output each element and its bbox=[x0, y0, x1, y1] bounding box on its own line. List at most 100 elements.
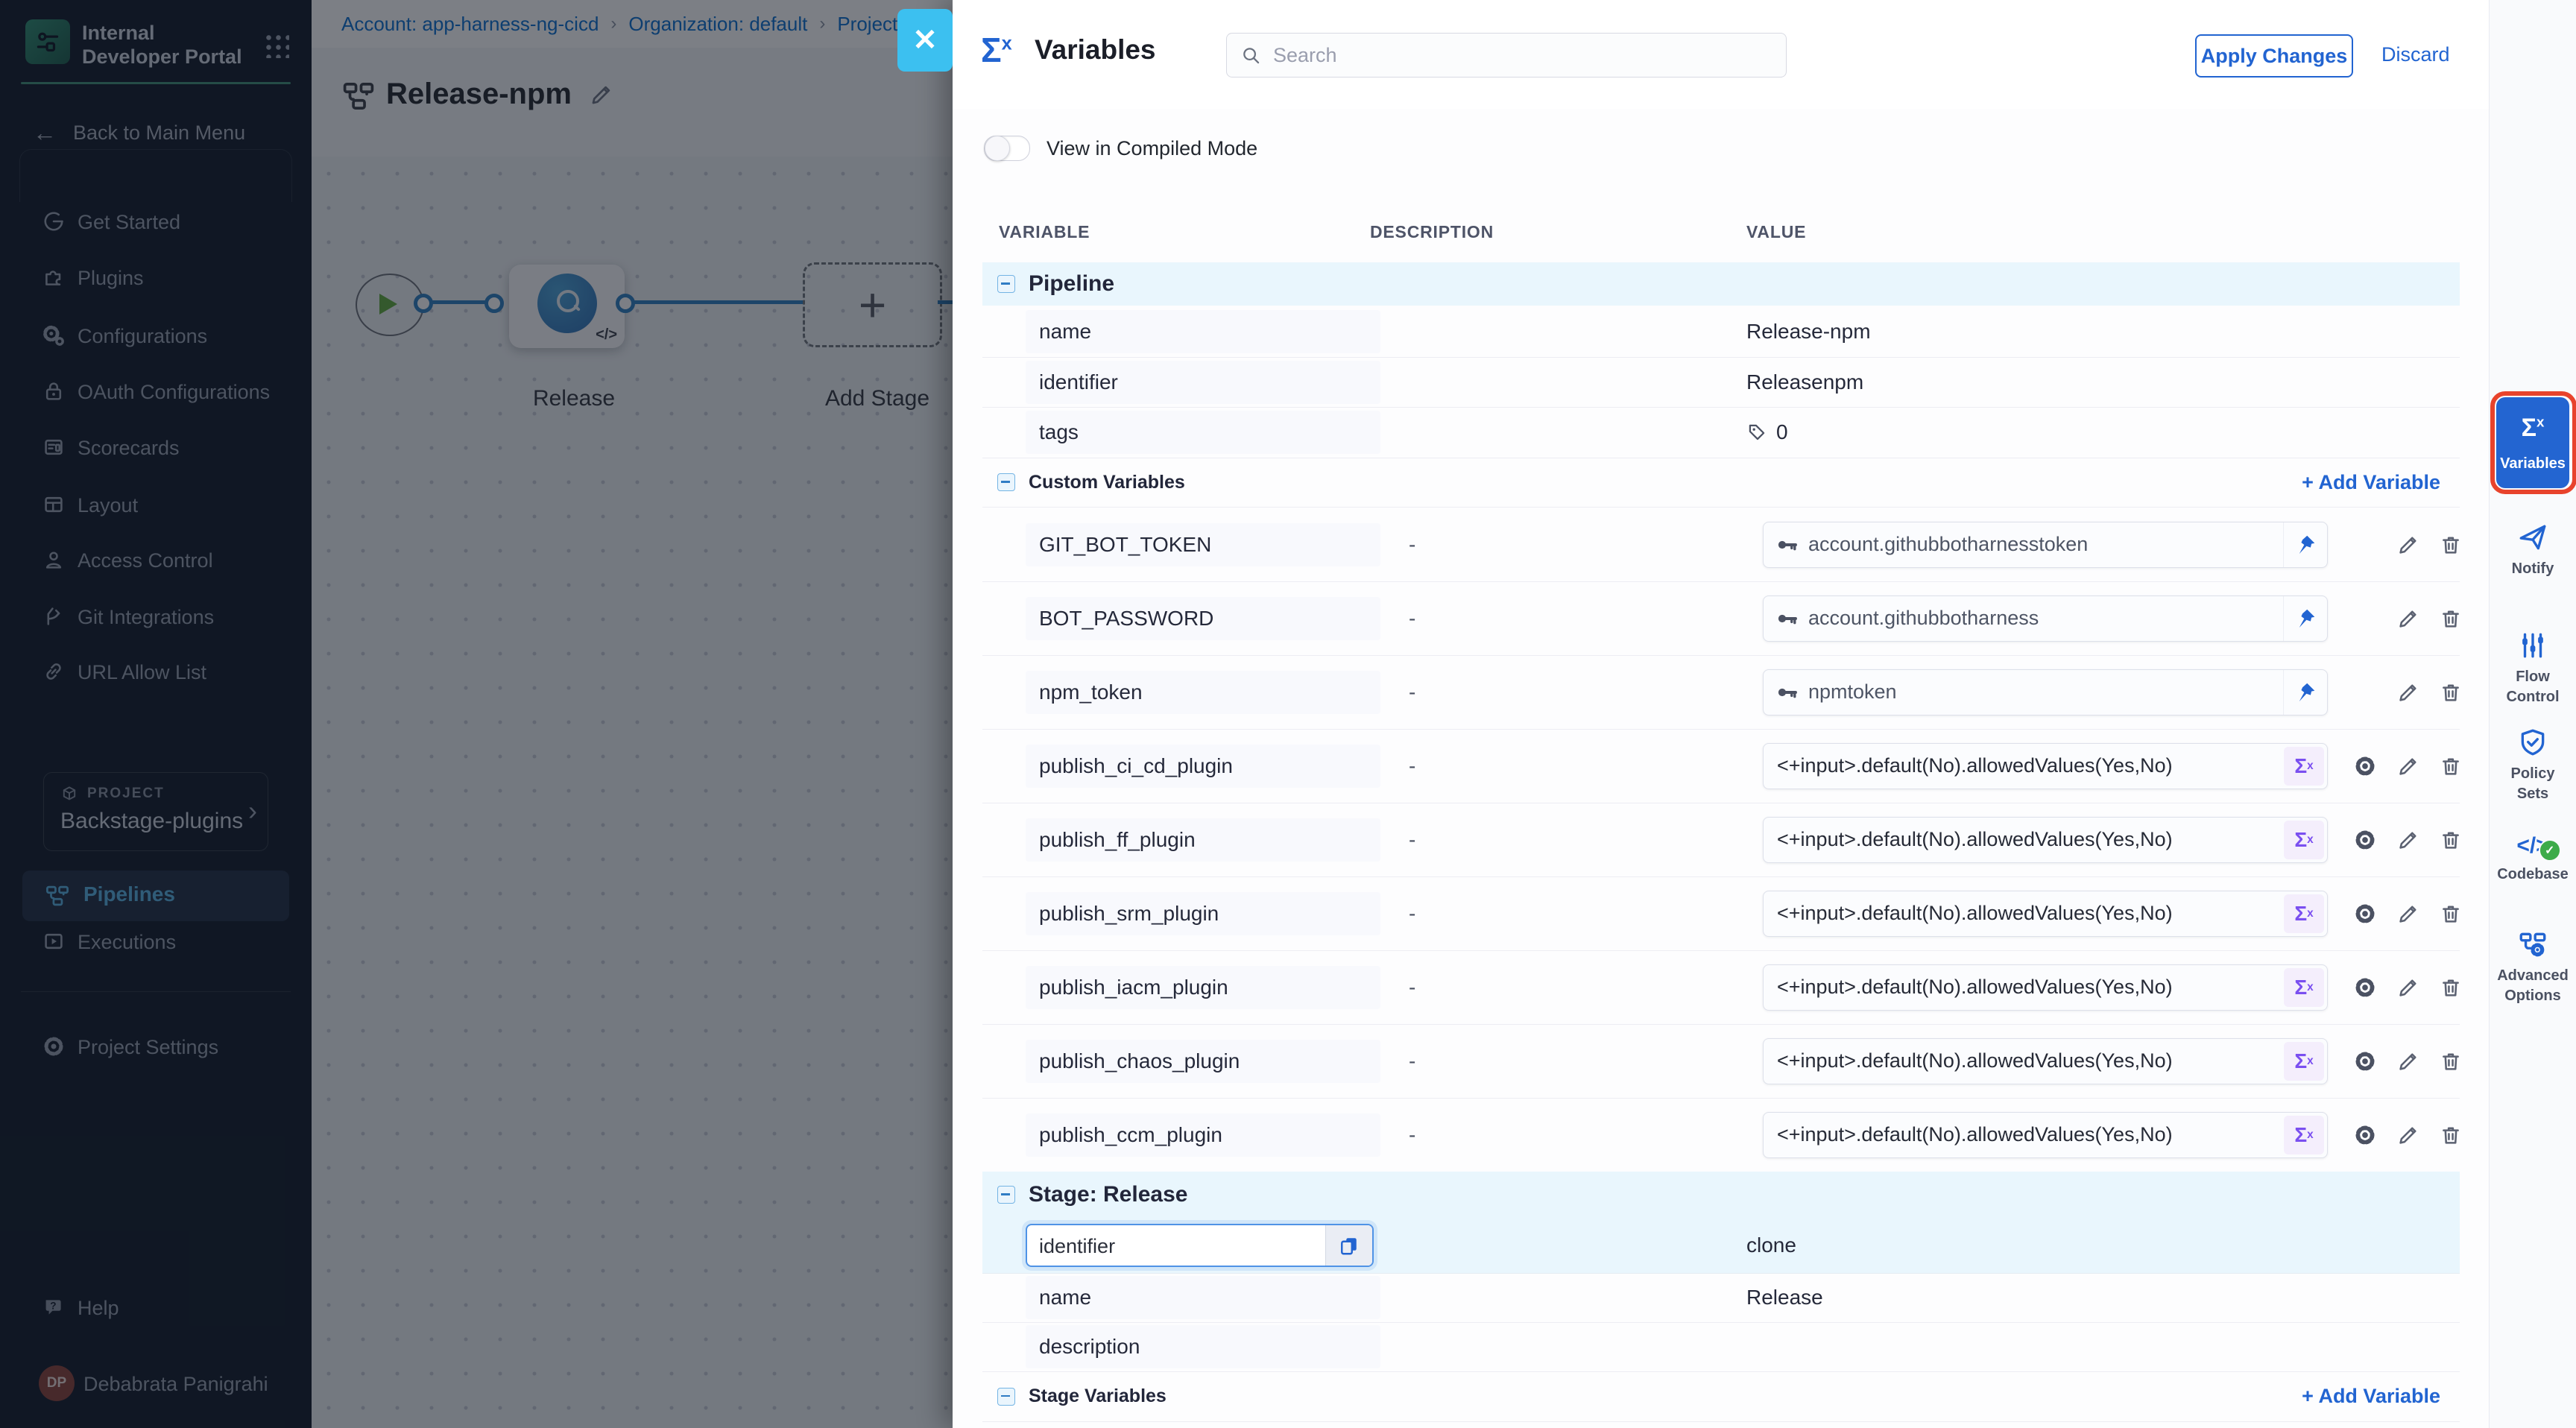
settings-icon[interactable] bbox=[2353, 902, 2377, 926]
settings-icon[interactable] bbox=[2353, 1123, 2377, 1147]
secret-value: account.githubbotharnesstoken bbox=[1798, 533, 2283, 556]
input-type-icon[interactable]: Σx bbox=[2284, 821, 2324, 859]
input-type-icon[interactable]: Σx bbox=[2284, 968, 2324, 1007]
secret-value-field[interactable]: account.githubbotharnesstoken bbox=[1763, 522, 2328, 568]
delete-icon[interactable] bbox=[2439, 828, 2463, 852]
delete-icon[interactable] bbox=[2439, 607, 2463, 631]
column-header-variable: VARIABLE bbox=[999, 222, 1090, 242]
edit-icon[interactable] bbox=[2396, 902, 2420, 926]
edit-icon[interactable] bbox=[2396, 828, 2420, 852]
tab-variables[interactable]: Σx Variables bbox=[2496, 397, 2569, 488]
secret-value: account.githubbotharness bbox=[1798, 607, 2283, 630]
tab-notify[interactable]: Notify bbox=[2490, 522, 2576, 579]
runtime-input-field[interactable]: <+input>.default(No).allowedValues(Yes,N… bbox=[1763, 891, 2328, 937]
sliders-icon bbox=[2517, 630, 2548, 661]
pin-icon[interactable] bbox=[2283, 596, 2327, 641]
identifier-input[interactable] bbox=[1027, 1225, 1324, 1267]
compiled-mode-toggle[interactable] bbox=[984, 136, 1030, 161]
variable-name: description bbox=[1039, 1335, 1140, 1359]
settings-icon[interactable] bbox=[2353, 754, 2377, 778]
edit-icon[interactable] bbox=[2396, 1123, 2420, 1147]
tag-icon bbox=[1746, 422, 1767, 443]
variable-description: - bbox=[1409, 828, 1415, 852]
input-type-icon[interactable]: Σx bbox=[2284, 1042, 2324, 1081]
discard-button[interactable]: Discard bbox=[2381, 43, 2450, 66]
modal-dim-overlay[interactable] bbox=[0, 0, 953, 1428]
edit-icon[interactable] bbox=[2396, 533, 2420, 557]
close-drawer-button[interactable]: ✕ bbox=[897, 9, 953, 72]
table-row: clone bbox=[982, 1218, 2460, 1274]
runtime-input-field[interactable]: <+input>.default(No).allowedValues(Yes,N… bbox=[1763, 1112, 2328, 1158]
table-row: publish_ff_plugin - <+input>.default(No)… bbox=[982, 803, 2460, 877]
column-header-description: DESCRIPTION bbox=[1370, 222, 1494, 242]
code-icon: </>✓ bbox=[2516, 833, 2548, 859]
variable-description: - bbox=[1409, 902, 1415, 926]
apply-changes-button[interactable]: Apply Changes bbox=[2195, 34, 2353, 78]
settings-icon[interactable] bbox=[2353, 976, 2377, 999]
tab-advanced-options[interactable]: Advanced Options bbox=[2490, 929, 2576, 1006]
key-icon bbox=[1775, 607, 1798, 630]
runtime-input-field[interactable]: <+input>.default(No).allowedValues(Yes,N… bbox=[1763, 1038, 2328, 1084]
table-row: GIT_BOT_TOKEN - account.githubbotharness… bbox=[982, 508, 2460, 582]
table-row: publish_ccm_plugin - <+input>.default(No… bbox=[982, 1098, 2460, 1172]
runtime-input-field[interactable]: <+input>.default(No).allowedValues(Yes,N… bbox=[1763, 743, 2328, 789]
delete-icon[interactable] bbox=[2439, 902, 2463, 926]
settings-icon[interactable] bbox=[2353, 1049, 2377, 1073]
variable-name: publish_chaos_plugin bbox=[1039, 1049, 1240, 1073]
delete-icon[interactable] bbox=[2439, 754, 2463, 778]
search-input[interactable] bbox=[1272, 35, 1767, 75]
runtime-input-value: <+input>.default(No).allowedValues(Yes,N… bbox=[1764, 902, 2281, 925]
table-row: npm_token - npmtoken bbox=[982, 655, 2460, 730]
variable-name: identifier bbox=[1039, 370, 1118, 394]
variables-body: View in Compiled Mode VARIABLE DESCRIPTI… bbox=[953, 109, 2490, 1428]
delete-icon[interactable] bbox=[2439, 680, 2463, 704]
table-row: BOT_PASSWORD - account.githubbotharness bbox=[982, 581, 2460, 656]
runtime-input-field[interactable]: <+input>.default(No).allowedValues(Yes,N… bbox=[1763, 964, 2328, 1011]
collapse-icon[interactable] bbox=[997, 275, 1015, 293]
add-variable-button[interactable]: + Add Variable bbox=[2302, 1385, 2440, 1408]
edit-icon[interactable] bbox=[2396, 976, 2420, 999]
collapse-icon[interactable] bbox=[997, 473, 1015, 491]
input-type-icon[interactable]: Σx bbox=[2284, 747, 2324, 786]
secret-value-field[interactable]: npmtoken bbox=[1763, 669, 2328, 715]
runtime-input-field[interactable]: <+input>.default(No).allowedValues(Yes,N… bbox=[1763, 817, 2328, 863]
copy-icon[interactable] bbox=[1325, 1225, 1372, 1266]
collapse-icon[interactable] bbox=[997, 1388, 1015, 1406]
input-type-icon[interactable]: Σx bbox=[2284, 1116, 2324, 1154]
drawer-title: Variables bbox=[1035, 34, 1156, 66]
edit-icon[interactable] bbox=[2396, 1049, 2420, 1073]
variable-name: npm_token bbox=[1039, 680, 1143, 704]
variable-description: - bbox=[1409, 533, 1415, 557]
collapse-icon[interactable] bbox=[997, 1186, 1015, 1204]
key-icon bbox=[1775, 681, 1798, 704]
pin-icon[interactable] bbox=[2283, 522, 2327, 567]
variable-description: - bbox=[1409, 1049, 1415, 1073]
edit-icon[interactable] bbox=[2396, 754, 2420, 778]
edit-icon[interactable] bbox=[2396, 607, 2420, 631]
tab-codebase[interactable]: </>✓ Codebase bbox=[2490, 833, 2576, 885]
delete-icon[interactable] bbox=[2439, 1123, 2463, 1147]
secret-value: npmtoken bbox=[1798, 680, 2283, 704]
edit-icon[interactable] bbox=[2396, 680, 2420, 704]
delete-icon[interactable] bbox=[2439, 976, 2463, 999]
variable-value: Releasenpm bbox=[1746, 370, 1863, 394]
input-type-icon[interactable]: Σx bbox=[2284, 894, 2324, 933]
variable-name: publish_iacm_plugin bbox=[1039, 976, 1228, 999]
tab-flow-control[interactable]: Flow Control bbox=[2490, 630, 2576, 707]
delete-icon[interactable] bbox=[2439, 533, 2463, 557]
pin-icon[interactable] bbox=[2283, 670, 2327, 715]
secret-value-field[interactable]: account.githubbotharness bbox=[1763, 595, 2328, 642]
flow-gear-icon bbox=[2517, 929, 2548, 960]
add-variable-button[interactable]: + Add Variable bbox=[2302, 471, 2440, 494]
search-icon bbox=[1240, 45, 1261, 66]
variable-description: - bbox=[1409, 1123, 1415, 1147]
table-row: description bbox=[982, 1322, 2460, 1372]
variable-description: - bbox=[1409, 754, 1415, 778]
tab-policy-sets[interactable]: Policy Sets bbox=[2490, 727, 2576, 804]
delete-icon[interactable] bbox=[2439, 1049, 2463, 1073]
table-row: publish_srm_plugin - <+input>.default(No… bbox=[982, 876, 2460, 951]
table-row: name Release bbox=[982, 1273, 2460, 1323]
table-row: name Release-npm bbox=[982, 306, 2460, 358]
variables-drawer: Σx Variables Apply Changes Discard View … bbox=[953, 0, 2576, 1428]
settings-icon[interactable] bbox=[2353, 828, 2377, 852]
